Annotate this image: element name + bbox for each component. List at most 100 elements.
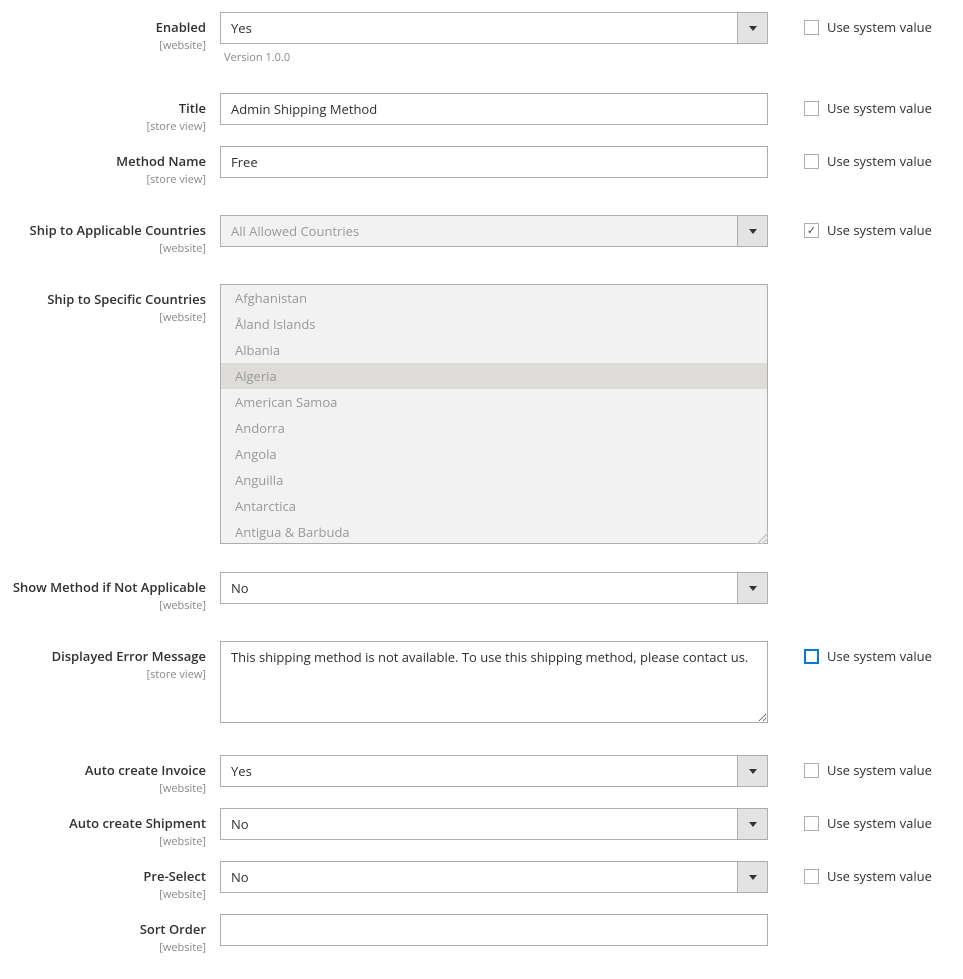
checkbox-label[interactable]: Use system value [827,99,932,117]
chevron-down-icon [737,809,767,839]
input-col: No [220,808,768,840]
label-col: Ship to Specific Countries [website] [0,284,220,325]
field-title: Title [store view] Use system value [0,93,963,134]
checkbox-label[interactable]: Use system value [827,761,932,779]
chevron-down-icon [737,13,767,43]
check-col: Use system value [768,755,948,779]
preselect-select[interactable]: No [220,861,768,893]
country-option: American Samoa [221,389,767,415]
field-ship-specific: Ship to Specific Countries [website] Afg… [0,284,963,544]
config-form: Enabled [website] Yes Version 1.0.0 Use … [0,12,963,955]
field-scope: [website] [0,598,206,613]
field-error-message: Displayed Error Message [store view] Use… [0,641,963,727]
field-label: Displayed Error Message [0,647,206,665]
field-label: Sort Order [0,920,206,938]
label-col: Auto create Shipment [website] [0,808,220,849]
use-system-checkbox[interactable] [804,101,819,116]
auto-invoice-select[interactable]: Yes [220,755,768,787]
check-col [768,914,948,920]
use-system-checkbox[interactable] [804,869,819,884]
country-option: Angola [221,441,767,467]
country-option: Andorra [221,415,767,441]
use-system-checkbox[interactable] [804,20,819,35]
field-scope: [website] [0,241,206,256]
label-col: Show Method if Not Applicable [website] [0,572,220,613]
show-method-select[interactable]: No [220,572,768,604]
sort-order-input[interactable] [220,914,768,946]
checkbox-label[interactable]: Use system value [827,221,932,239]
field-show-method: Show Method if Not Applicable [website] … [0,572,963,613]
use-system-checkbox[interactable] [804,154,819,169]
field-scope: [website] [0,38,206,53]
auto-shipment-select[interactable]: No [220,808,768,840]
checkbox-label[interactable]: Use system value [827,647,932,665]
field-scope: [website] [0,781,206,796]
field-label: Enabled [0,18,206,36]
input-col [220,641,768,727]
field-method-name: Method Name [store view] Use system valu… [0,146,963,187]
country-option: Antarctica [221,493,767,519]
input-col: AfghanistanÅland IslandsAlbaniaAlgeriaAm… [220,284,768,544]
field-auto-shipment: Auto create Shipment [website] No Use sy… [0,808,963,849]
resize-handle-icon[interactable] [756,532,768,544]
field-label: Title [0,99,206,117]
select-value: Yes [221,756,737,786]
field-scope: [website] [0,887,206,902]
field-label: Method Name [0,152,206,170]
chevron-down-icon [737,756,767,786]
check-col [768,284,948,290]
check-col: Use system value [768,146,948,170]
field-label: Ship to Specific Countries [0,290,206,308]
country-option: Anguilla [221,467,767,493]
field-ship-applicable: Ship to Applicable Countries [website] A… [0,215,963,256]
ship-applicable-select: All Allowed Countries [220,215,768,247]
method-name-input[interactable] [220,146,768,178]
use-system-checkbox[interactable] [804,223,819,238]
field-preselect: Pre-Select [website] No Use system value [0,861,963,902]
label-col: Ship to Applicable Countries [website] [0,215,220,256]
field-label: Ship to Applicable Countries [0,221,206,239]
check-col: Use system value [768,861,948,885]
select-value: No [221,809,737,839]
chevron-down-icon [737,573,767,603]
enabled-select[interactable]: Yes [220,12,768,44]
checkbox-label[interactable]: Use system value [827,867,932,885]
field-label: Auto create Invoice [0,761,206,779]
checkbox-label[interactable]: Use system value [827,152,932,170]
input-col: All Allowed Countries [220,215,768,247]
ship-specific-multiselect: AfghanistanÅland IslandsAlbaniaAlgeriaAm… [220,284,768,544]
country-option: Albania [221,337,767,363]
field-enabled: Enabled [website] Yes Version 1.0.0 Use … [0,12,963,65]
field-label: Auto create Shipment [0,814,206,832]
select-value: No [221,862,737,892]
input-col [220,146,768,178]
input-col [220,914,768,946]
checkbox-label[interactable]: Use system value [827,814,932,832]
input-col: No [220,572,768,604]
country-option: Åland Islands [221,311,767,337]
checkbox-label[interactable]: Use system value [827,18,932,36]
input-col [220,93,768,125]
title-input[interactable] [220,93,768,125]
label-col: Pre-Select [website] [0,861,220,902]
select-value: No [221,573,737,603]
field-scope: [website] [0,310,206,325]
input-col: Yes [220,755,768,787]
label-col: Displayed Error Message [store view] [0,641,220,682]
use-system-checkbox[interactable] [804,816,819,831]
field-scope: [store view] [0,172,206,187]
field-scope: [website] [0,940,206,955]
check-col [768,572,948,578]
country-option: Antigua & Barbuda [221,519,767,544]
use-system-checkbox[interactable] [804,649,819,664]
check-col: Use system value [768,12,948,36]
field-scope: [website] [0,834,206,849]
field-auto-invoice: Auto create Invoice [website] Yes Use sy… [0,755,963,796]
error-message-textarea[interactable] [220,641,768,723]
use-system-checkbox[interactable] [804,763,819,778]
check-col: Use system value [768,808,948,832]
check-col: Use system value [768,641,948,665]
input-col: Yes Version 1.0.0 [220,12,768,65]
field-note: Version 1.0.0 [220,50,768,65]
label-col: Auto create Invoice [website] [0,755,220,796]
